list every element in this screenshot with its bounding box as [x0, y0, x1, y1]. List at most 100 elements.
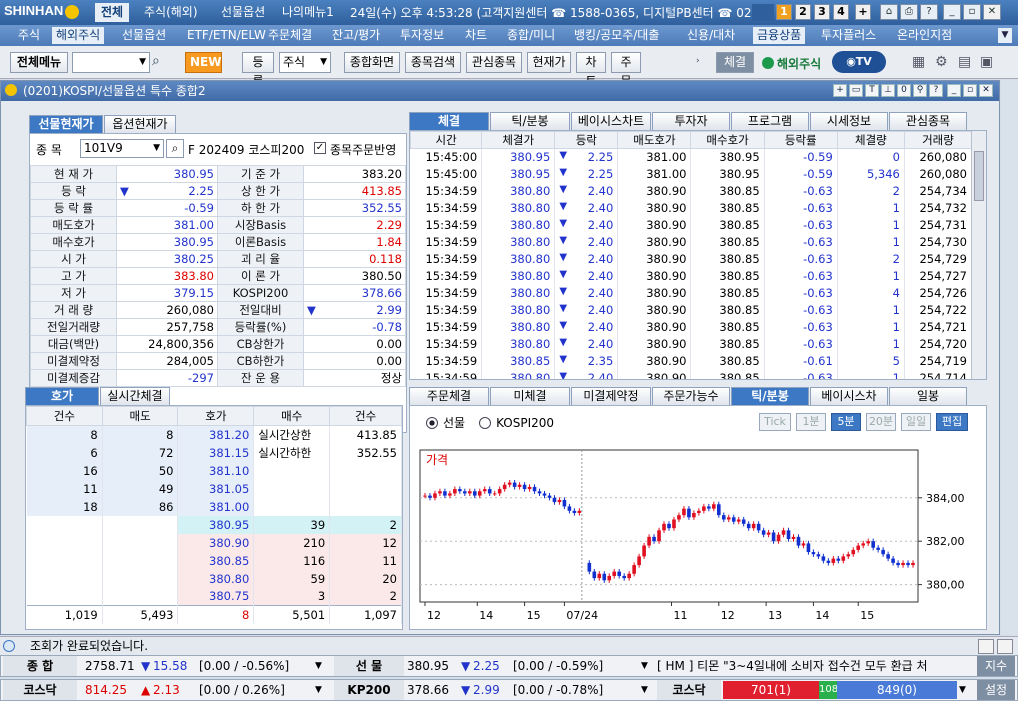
menu-item[interactable]: 선물옵션 [118, 27, 170, 44]
tab-daily[interactable]: 일봉 [889, 387, 967, 405]
top-tab-all[interactable]: 전체 [95, 3, 130, 22]
tab-investor[interactable]: 투자자 [652, 112, 730, 130]
tick-header[interactable]: 체결량 [836, 131, 905, 149]
tab-basis-chart[interactable]: 베이시스차트 [571, 112, 651, 130]
ask-price[interactable]: 381.10 [177, 461, 255, 480]
close-icon[interactable]: ✕ [983, 4, 1001, 20]
bid-row[interactable]: 380.75 3 2 [26, 587, 402, 606]
code-search-icon[interactable]: ⌕ [166, 139, 184, 158]
zero-icon[interactable]: 0 [897, 84, 911, 97]
interval-20m-button[interactable]: 20분 [866, 413, 896, 431]
tab-watchlist[interactable]: 관심종목 [889, 112, 967, 130]
tab-futures-price[interactable]: 선물현재가 [29, 115, 103, 133]
tab-chart-basis[interactable]: 베이시스차트 [810, 387, 888, 420]
gear-icon[interactable]: ⚙ [935, 54, 948, 70]
radio-futures[interactable] [426, 416, 438, 429]
tick-row[interactable]: 15:45:00 380.95 ▼ 2.25 381.00 380.95 -0.59 0 260… [410, 148, 973, 166]
interval-1m-button[interactable]: 1분 [796, 413, 826, 431]
tick-row[interactable]: 15:34:59 380.85 ▼ 2.35 380.90 380.85 -0.61 5 254… [410, 352, 973, 370]
ticker-dropdown-icon[interactable]: ▼ [315, 680, 322, 700]
page-3-button[interactable]: 3 [814, 4, 830, 20]
calculator-icon[interactable]: ▦ [912, 54, 925, 70]
ask-row[interactable]: 11 49 381.05 [26, 479, 402, 498]
interval-daily-button[interactable]: 일일 [901, 413, 931, 431]
overview-button[interactable]: 종합화면 [344, 52, 400, 73]
all-menu-button[interactable]: 전체메뉴 [10, 52, 68, 73]
window-close-icon[interactable]: ✕ [979, 84, 993, 97]
type-select[interactable]: 주식 ▼ [279, 52, 331, 73]
tick-header[interactable]: 체결가 [481, 131, 556, 149]
tab-orderbook[interactable]: 호가 [25, 387, 99, 405]
tick-row[interactable]: 15:34:59 380.80 ▼ 2.40 380.90 380.85 -0.63 1 254… [410, 318, 973, 336]
bid-row[interactable]: 380.85 116 11 [26, 551, 402, 570]
ticker-dropdown-icon[interactable]: ▼ [315, 656, 322, 676]
tick-header[interactable]: 시간 [410, 131, 483, 149]
ticker-dropdown-icon[interactable]: ▼ [641, 656, 648, 676]
menu-item[interactable]: 차트 [461, 27, 491, 44]
overseas-stock-link[interactable]: 해외주식 [762, 54, 821, 72]
index-button[interactable]: 지수 [977, 656, 1015, 676]
bid-price[interactable]: 380.90 [177, 533, 255, 552]
tab-open-interest[interactable]: 미결제약정 [571, 387, 651, 405]
bid-price[interactable]: 380.80 [177, 569, 255, 588]
minimize-icon[interactable]: _ [943, 4, 961, 20]
tick-row[interactable]: 15:34:59 380.80 ▼ 2.40 380.90 380.85 -0.63 2 254… [410, 250, 973, 268]
bid-row[interactable]: 380.95 39 2 [26, 515, 402, 534]
menu-item[interactable]: 투자정보 [396, 27, 448, 44]
tick-scrollbar[interactable] [971, 131, 986, 379]
bid-price[interactable]: 380.75 [177, 587, 255, 606]
ask-price[interactable]: 381.15 [177, 443, 255, 462]
menu-item[interactable]: 온라인지점 [893, 27, 956, 44]
tick-header[interactable]: 매도호가 [617, 131, 692, 149]
menu-item[interactable]: 투자플러스 [817, 27, 880, 44]
restore-icon[interactable]: ▫ [963, 4, 981, 20]
window-minimize-icon[interactable]: _ [947, 84, 961, 97]
ticker-dropdown-icon[interactable]: ▼ [641, 680, 648, 700]
bid-row[interactable]: 380.80 59 20 [26, 569, 402, 588]
search-icon[interactable]: ⌕ [152, 53, 172, 73]
ticker-dropdown-icon[interactable]: ▼ [959, 680, 966, 700]
page-add-button[interactable]: + [855, 4, 871, 20]
tick-row[interactable]: 15:34:59 380.80 ▼ 2.40 380.90 380.85 -0.63 1 254… [410, 199, 973, 217]
menu-item[interactable]: 주문체결 [264, 27, 316, 44]
help-icon[interactable]: ? [929, 84, 943, 97]
ask-price[interactable]: 381.20 [177, 425, 255, 444]
text-icon[interactable]: T [865, 84, 879, 97]
tab-options-price[interactable]: 옵션현재가 [104, 115, 176, 133]
home-icon[interactable]: ⌂ [880, 4, 898, 20]
ask-price[interactable]: 381.00 [177, 497, 255, 516]
ask-row[interactable]: 16 50 381.10 [26, 461, 402, 480]
tick-header[interactable]: 등락 [554, 131, 619, 149]
tick-row[interactable]: 15:34:59 380.80 ▼ 2.40 380.90 380.85 -0.63 1 254… [410, 233, 973, 251]
register-button[interactable]: 등록 [242, 52, 274, 88]
bid-price[interactable]: 380.95 [177, 515, 255, 534]
radio-kospi200[interactable] [479, 416, 492, 429]
ask-price[interactable]: 381.05 [177, 479, 255, 498]
tab-unexecuted[interactable]: 미체결 [490, 387, 570, 405]
page-4-button[interactable]: 4 [833, 4, 849, 20]
help-icon[interactable]: ? [920, 4, 938, 20]
tick-row[interactable]: 15:34:59 380.80 ▼ 2.40 380.90 380.85 -0.63 1 254… [410, 301, 973, 319]
menu-item[interactable]: 신용/대차 [683, 27, 739, 44]
tab-order-execution[interactable]: 주문체결 [409, 387, 489, 405]
news-ticker[interactable]: [ HM ] 티몬 "3~4일내에 소비자 접수건 모두 환급 처 [657, 656, 975, 676]
page-1-button[interactable]: 1 [776, 4, 792, 20]
chevron-right-icon[interactable]: › [696, 56, 700, 66]
tab-chart-tick-minute[interactable]: 틱/분봉 [731, 387, 809, 405]
menu-item[interactable]: 해외주식 [52, 27, 105, 44]
interval-tick-button[interactable]: Tick [759, 413, 791, 431]
execution-button[interactable]: 체결 [716, 52, 754, 73]
tick-header[interactable]: 매수호가 [690, 131, 765, 149]
menu-item[interactable]: ETF/ETN/ELW [183, 27, 270, 44]
status-grid-icon[interactable] [997, 639, 1013, 654]
tick-row[interactable]: 15:34:59 380.80 ▼ 2.40 380.90 380.85 -0.63 1 254… [410, 267, 973, 285]
tab-tick-minute[interactable]: 틱/분봉 [490, 112, 570, 130]
tab-program[interactable]: 프로그램 [731, 112, 809, 130]
tab-realtime-execution[interactable]: 실시간체결 [100, 387, 170, 405]
menu-item[interactable]: 주식 [14, 27, 44, 44]
link-icon[interactable]: ▭ [849, 84, 863, 97]
ask-row[interactable]: 8 8 381.20 실시간상한 413.85 [26, 425, 402, 444]
new-button[interactable]: NEW [185, 52, 222, 73]
pin2-icon[interactable]: ⚲ [913, 84, 927, 97]
tick-row[interactable]: 15:34:59 380.80 ▼ 2.40 380.90 380.85 -0.63 1 254… [410, 369, 973, 379]
